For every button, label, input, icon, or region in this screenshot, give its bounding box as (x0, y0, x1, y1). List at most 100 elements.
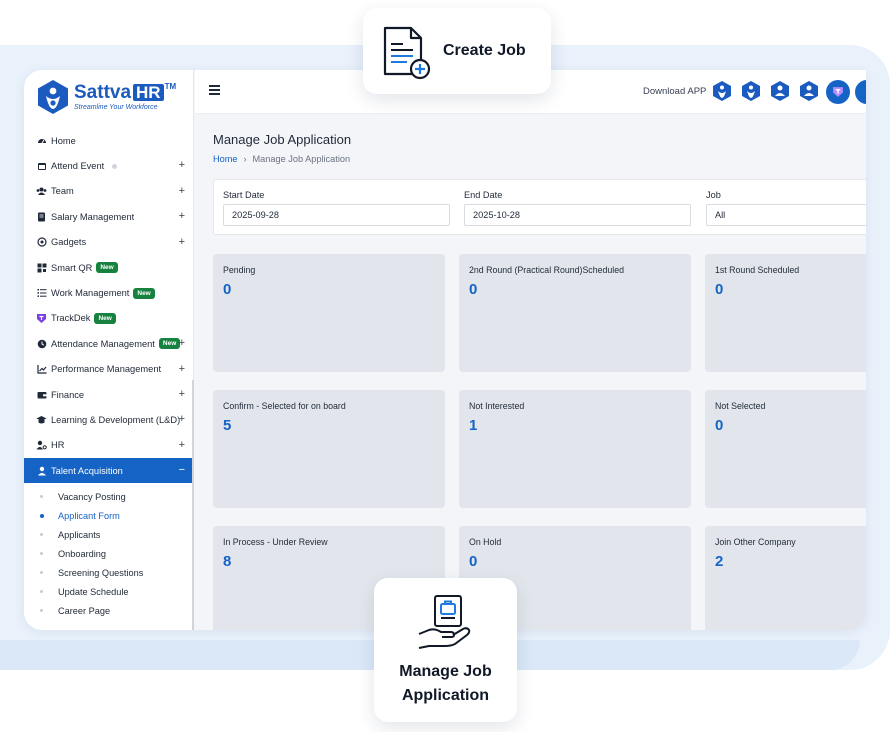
users-icon (36, 186, 47, 197)
brand-name-highlight: HR (133, 84, 164, 101)
stat-card-not-selected[interactable]: Not Selected 0 (705, 390, 866, 508)
stat-label: On Hold (469, 537, 502, 547)
sidebar-item-gadgets[interactable]: Gadgets + (24, 230, 193, 255)
status-dot (112, 163, 118, 169)
stat-card-confirm-selected[interactable]: Confirm - Selected for on board 5 (213, 390, 445, 508)
stat-card-first-round[interactable]: 1st Round Scheduled 0 (705, 254, 866, 372)
hamburger-menu-icon[interactable] (209, 85, 220, 95)
sidebar-item-attend-event[interactable]: Attend Event + (24, 153, 193, 178)
app-icon-1[interactable] (711, 80, 733, 102)
sidebar-item-hr[interactable]: HR + (24, 433, 193, 458)
stat-label: Not Selected (715, 401, 766, 411)
trackdek-app-icon[interactable] (826, 80, 850, 104)
submenu-item-vacancy-posting[interactable]: Vacancy Posting (24, 487, 193, 506)
job-select[interactable]: All (706, 204, 866, 226)
expand-icon[interactable]: + (179, 210, 185, 222)
stat-value: 2 (715, 553, 724, 570)
app-window: Sattva HR TM Streamline Your Workforce H… (24, 70, 866, 630)
expand-icon[interactable]: + (179, 413, 185, 425)
stat-card-pending[interactable]: Pending 0 (213, 254, 445, 372)
sidebar-item-label: Learning & Development (L&D) (51, 414, 181, 425)
stat-label: 2nd Round (Practical Round)Scheduled (469, 265, 625, 275)
app-icon-3[interactable] (769, 80, 791, 102)
expand-icon[interactable]: + (179, 388, 185, 400)
user-avatar[interactable] (855, 80, 866, 104)
expand-icon[interactable]: + (179, 363, 185, 375)
end-date-input[interactable]: 2025-10-28 (464, 204, 691, 226)
brand-tagline: Streamline Your Workforce (74, 104, 158, 111)
sidebar-item-talent-acquisition[interactable]: Talent Acquisition − (24, 458, 193, 484)
submenu-item-onboarding[interactable]: Onboarding (24, 544, 193, 563)
submenu-item-applicants[interactable]: Applicants (24, 525, 193, 544)
expand-icon[interactable]: + (179, 159, 185, 171)
list-icon (36, 288, 47, 299)
sidebar-item-learning-development[interactable]: Learning & Development (L&D) + (24, 407, 193, 432)
submenu-item-applicant-form[interactable]: Applicant Form (24, 506, 193, 525)
stat-label: Confirm - Selected for on board (223, 401, 346, 411)
stat-card-second-round[interactable]: 2nd Round (Practical Round)Scheduled 0 (459, 254, 691, 372)
sidebar-item-smart-qr[interactable]: Smart QR New (24, 255, 193, 280)
stat-label: Pending (223, 265, 256, 275)
talent-acquisition-submenu: Vacancy Posting Applicant Form Applicant… (24, 483, 193, 620)
brand-trademark: TM (164, 82, 177, 91)
sidebar-item-label: TrackDek (51, 313, 91, 324)
clock-icon (36, 338, 47, 349)
new-badge: New (96, 262, 118, 274)
stat-value: 0 (715, 281, 724, 298)
stat-card-not-interested[interactable]: Not Interested 1 (459, 390, 691, 508)
sidebar-item-label: Talent Acquisition (51, 465, 123, 476)
stat-label: 1st Round Scheduled (715, 265, 800, 275)
expand-icon[interactable]: + (179, 185, 185, 197)
stat-label: Join Other Company (715, 537, 796, 547)
sidebar-item-performance-management[interactable]: Performance Management + (24, 357, 193, 382)
breadcrumb: Home › Manage Job Application (213, 154, 350, 164)
brand-logo[interactable]: Sattva HR TM Streamline Your Workforce (24, 70, 193, 124)
submenu-item-screening-questions[interactable]: Screening Questions (24, 563, 193, 582)
breadcrumb-home-link[interactable]: Home (213, 154, 238, 164)
sidebar-item-label: Performance Management (51, 364, 162, 375)
sidebar-item-finance[interactable]: Finance + (24, 382, 193, 407)
sidebar-item-label: HR (51, 440, 65, 451)
end-date-filter: End Date 2025-10-28 (464, 190, 691, 226)
sidebar-item-work-management[interactable]: Work Management New (24, 280, 193, 305)
qr-icon (36, 262, 47, 273)
app-icon-2[interactable] (740, 80, 762, 102)
stat-label: Not Interested (469, 401, 525, 411)
sidebar-item-label: Smart QR (51, 262, 93, 273)
app-icon-4[interactable] (798, 80, 820, 102)
sidebar-item-salary-management[interactable]: Salary Management + (24, 204, 193, 229)
submenu-item-career-page[interactable]: Career Page (24, 601, 193, 620)
new-badge: New (158, 338, 181, 350)
submenu-item-update-schedule[interactable]: Update Schedule (24, 582, 193, 601)
collapse-icon[interactable]: − (179, 464, 185, 476)
create-job-title: Create Job (443, 42, 526, 59)
stat-value: 8 (223, 553, 232, 570)
sidebar-item-trackdek[interactable]: TrackDek New (24, 306, 193, 331)
sidebar-item-team[interactable]: Team + (24, 179, 193, 204)
sidebar-item-attendance-management[interactable]: Attendance Management New + (24, 331, 193, 356)
expand-icon[interactable]: + (179, 337, 185, 349)
stat-value: 5 (223, 417, 232, 434)
new-badge: New (133, 287, 155, 299)
sidebar-scrollbar[interactable] (192, 380, 194, 630)
stat-label: In Process - Under Review (223, 537, 328, 547)
document-icon (36, 211, 47, 222)
download-app-label[interactable]: Download APP (643, 86, 706, 97)
stat-card-join-other-company[interactable]: Join Other Company 2 (705, 526, 866, 630)
manage-title-line-2: Application (401, 687, 490, 704)
manage-job-application-callout[interactable]: Manage Job Application (374, 578, 517, 722)
wallet-icon (36, 389, 47, 400)
stat-value: 0 (715, 417, 724, 434)
sidebar-item-home[interactable]: Home (24, 128, 193, 153)
stat-value: 1 (469, 417, 478, 434)
expand-icon[interactable]: + (179, 439, 185, 451)
calendar-icon (36, 161, 47, 172)
create-job-callout[interactable]: Create Job (363, 8, 551, 94)
job-filter: Job All (706, 190, 866, 226)
sidebar-item-label: Attend Event (51, 161, 105, 172)
expand-icon[interactable]: + (179, 236, 185, 248)
start-date-input[interactable]: 2025-09-28 (223, 204, 450, 226)
start-date-label: Start Date (223, 190, 265, 200)
filter-panel: Start Date 2025-09-28 End Date 2025-10-2… (213, 179, 866, 235)
manage-title-line-1: Manage Job (399, 663, 492, 680)
